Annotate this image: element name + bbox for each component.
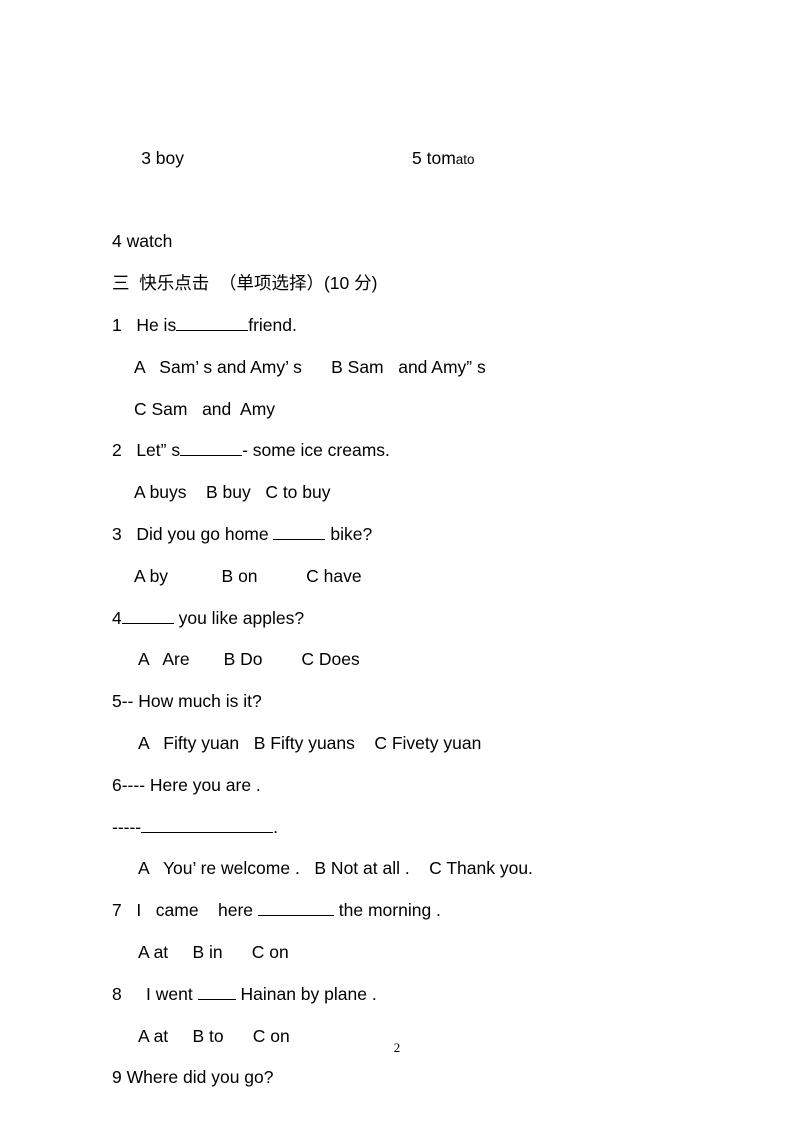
question-8-stem-before: 8 I went [112, 983, 198, 1004]
vocab-row-3-5: 3 boy 5 tomato [112, 96, 712, 221]
question-1-options-line-2[interactable]: C Sam and Amy [112, 389, 712, 431]
section-heading: 三 快乐点击 （单项选择）(10 分) [112, 273, 378, 294]
question-7-stem-before: 7 I came here [112, 900, 258, 921]
question-6-stem: 6---- Here you are . [112, 774, 261, 795]
question-4-blank[interactable] [121, 622, 174, 624]
question-3-stem-after: bike? [325, 523, 373, 544]
question-1-options-line-1[interactable]: A Sam’ s and Amy’ s B Sam and Amy” s [112, 347, 712, 389]
question-2-stem-before: 2 Let” s [112, 440, 181, 461]
question-6-dashes: ----- [112, 816, 142, 837]
question-6-blank[interactable] [141, 831, 274, 833]
question-1-stem-before: 1 He is [112, 314, 177, 335]
question-8-blank[interactable] [197, 998, 236, 1000]
document-body: 3 boy 5 tomato 4 watch 三 快乐点击 （单项选择）(10 分… [112, 96, 712, 1099]
vocab-item-5-main: 5 tom [412, 147, 456, 168]
question-7-stem-after: the morning . [333, 900, 441, 921]
question-2-stem-after: - some ice creams. [242, 440, 390, 461]
question-3-stem-before: 3 Did you go home [112, 523, 274, 544]
question-8-stem: 8 I went Hainan by plane . [112, 974, 712, 1016]
question-3-options-line-1[interactable]: A by B on C have [112, 556, 712, 598]
question-8-stem-after: Hainan by plane . [235, 983, 377, 1004]
page-number: 2 [393, 1040, 401, 1055]
question-5-stem: 5-- How much is it? [112, 691, 262, 712]
question-1-blank[interactable] [176, 329, 249, 331]
question-7-options-line-1[interactable]: A at B in C on [112, 932, 712, 974]
question-3-stem: 3 Did you go home bike? [112, 514, 712, 556]
question-4-stem-after: you like apples? [173, 607, 305, 628]
question-2-options-line-1[interactable]: A buys B buy C to buy [112, 472, 712, 514]
question-2-blank[interactable] [180, 455, 243, 457]
question-7-blank[interactable] [257, 915, 334, 917]
question-5-options-line-1[interactable]: A Fifty yuan B Fifty yuans C Fivety yuan [112, 723, 712, 765]
document-page: 3 boy 5 tomato 4 watch 三 快乐点击 （单项选择）(10 分… [0, 0, 794, 1123]
vocab-item-5-suffix: ato [455, 151, 475, 167]
vocab-item-5: 5 tomato [412, 138, 475, 181]
question-6-answer-line: -----. [112, 807, 712, 849]
question-6-options-line-1[interactable]: A You’ re welcome . B Not at all . C Tha… [112, 848, 712, 890]
question-1-stem-after: friend. [248, 314, 297, 335]
question-4-stem: 4 you like apples? [112, 598, 712, 640]
question-9-stem: 9 Where did you go? [112, 1067, 274, 1088]
question-7-stem: 7 I came here the morning . [112, 890, 712, 932]
question-6-period: . [273, 816, 279, 837]
question-4-stem-before: 4 [112, 607, 122, 628]
question-1-stem: 1 He is friend. [112, 305, 712, 347]
question-2-stem: 2 Let” s - some ice creams. [112, 430, 712, 472]
vocab-item-4: 4 watch [112, 231, 173, 252]
question-3-blank[interactable] [273, 538, 326, 540]
vocab-item-3: 3 boy [141, 147, 184, 168]
question-4-options-line-1[interactable]: A Are B Do C Does [112, 639, 712, 681]
